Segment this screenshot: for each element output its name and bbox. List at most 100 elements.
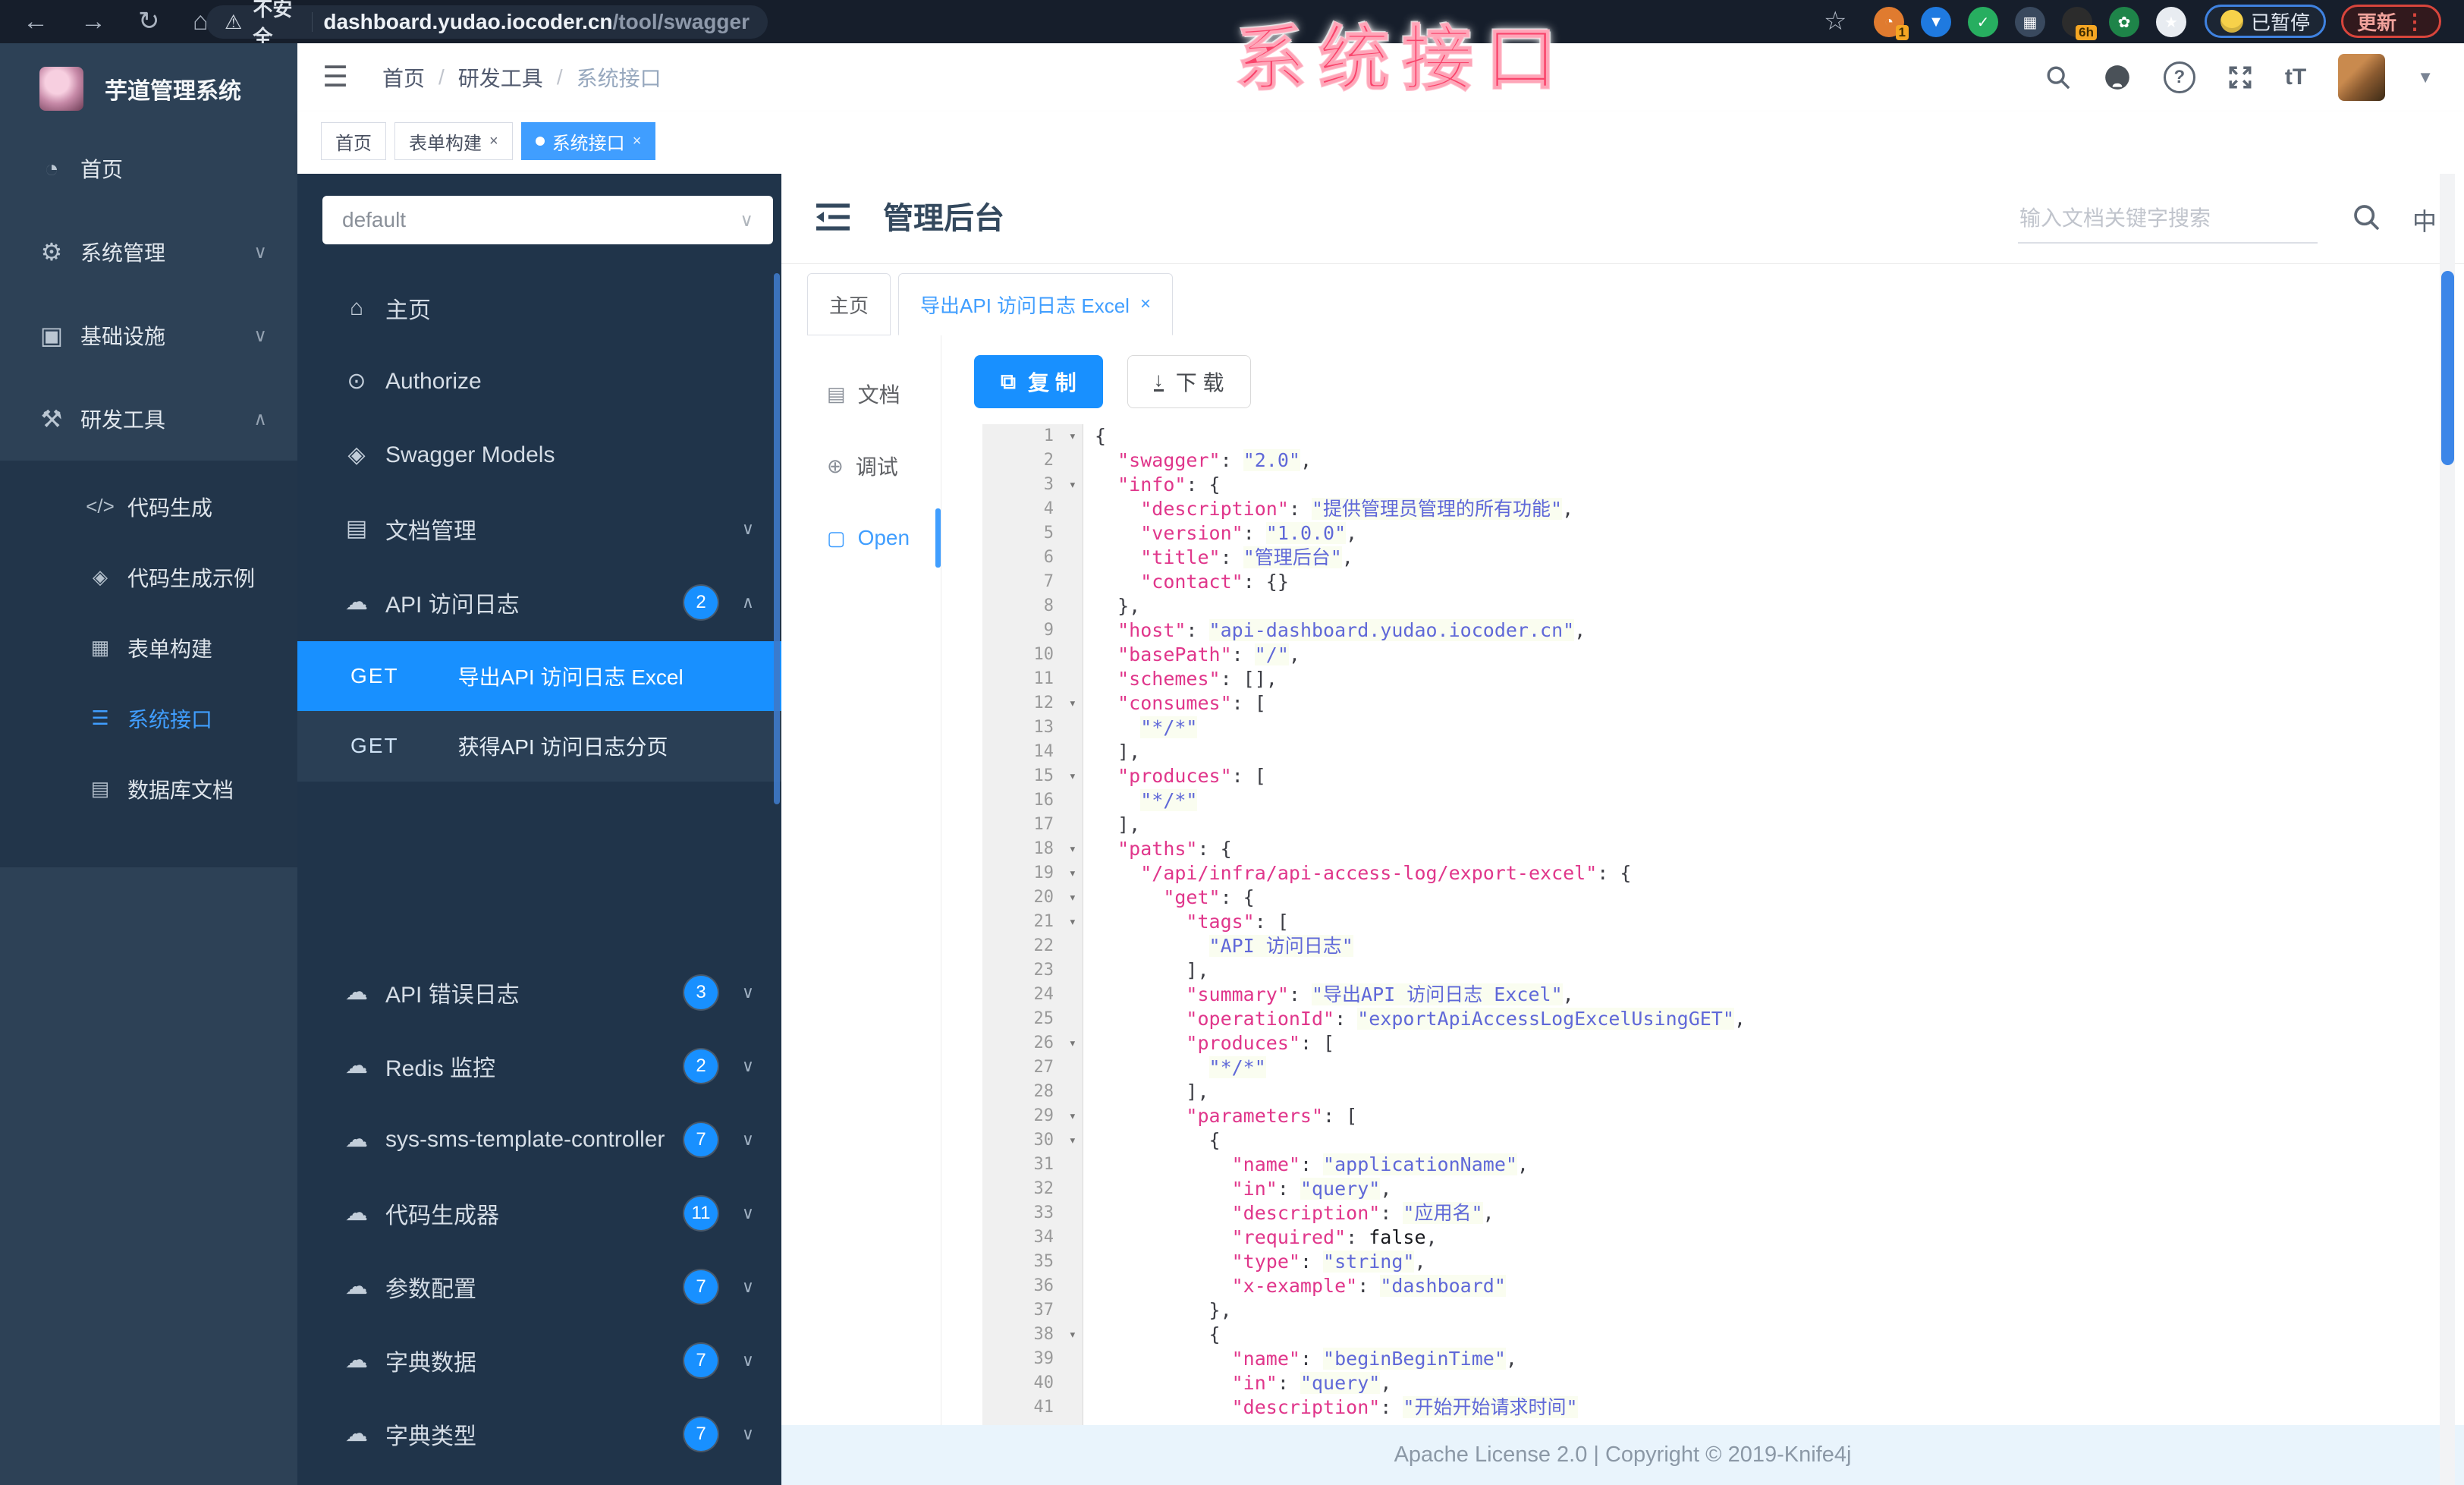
chevron-down-icon: ∨ bbox=[741, 518, 754, 538]
editor-code[interactable]: { "swagger": "2.0", "info": { "descripti… bbox=[1084, 424, 2434, 1425]
hamburger-icon[interactable]: ☰ bbox=[322, 43, 348, 112]
fold-icon[interactable]: ▾ bbox=[1069, 1031, 1076, 1056]
breadcrumb-item[interactable]: 研发工具 bbox=[458, 62, 543, 93]
extension-6h[interactable]: 6h bbox=[2062, 7, 2097, 40]
download-button[interactable]: ↓ 下 载 bbox=[1127, 355, 1251, 408]
address-bar[interactable]: ⚠ 不安全 dashboard.yudao.iocoder.cn/tool/sw… bbox=[206, 0, 768, 49]
fold-icon[interactable]: ▾ bbox=[1069, 837, 1076, 861]
sidebar-subitem-4[interactable]: ☰ 系统接口 bbox=[0, 683, 297, 754]
swagger-item-1[interactable]: ⌂ 主页 bbox=[297, 271, 781, 345]
swagger-item-5[interactable]: ☁ API 访问日志 2 ∧ bbox=[297, 565, 781, 639]
tag-首页[interactable]: 首页 bbox=[321, 122, 386, 160]
browser-update-button[interactable]: 更新 ⋮ bbox=[2341, 5, 2442, 38]
chevron-down-icon: ∨ bbox=[741, 982, 754, 1002]
paused-extension-button[interactable]: 已暂停 bbox=[2205, 5, 2327, 38]
fold-icon[interactable]: ▾ bbox=[1069, 910, 1076, 934]
doc-search[interactable] bbox=[2018, 197, 2321, 244]
knife4j-footer: Apache License 2.0 | Copyright © 2019-Kn… bbox=[781, 1425, 2464, 1485]
breadcrumb-separator: / bbox=[556, 65, 563, 89]
user-avatar[interactable] bbox=[2338, 54, 2386, 101]
browser-reload-icon[interactable]: ↻ bbox=[138, 0, 160, 43]
code-token: "导出API 访问日志 Excel" bbox=[1312, 983, 1563, 1005]
fold-icon[interactable]: ▾ bbox=[1069, 1104, 1076, 1128]
browser-menu-icon[interactable]: ⋮ bbox=[2404, 9, 2425, 34]
fold-icon[interactable]: ▾ bbox=[1069, 886, 1076, 910]
code-token: : bbox=[1220, 546, 1243, 568]
swagger-item-3[interactable]: ◈ Swagger Models bbox=[297, 418, 781, 492]
sidebar-subitem-label: 表单构建 bbox=[127, 637, 213, 661]
copy-button[interactable]: ⧉ 复 制 bbox=[974, 355, 1103, 408]
code-token: : bbox=[1357, 1275, 1381, 1297]
fold-icon[interactable]: ▾ bbox=[1069, 1128, 1076, 1153]
extension-orange[interactable]: ◔ 1 bbox=[1874, 7, 1909, 40]
extension-star-white[interactable]: ★ bbox=[2156, 7, 2186, 37]
fold-icon[interactable]: ▾ bbox=[1069, 861, 1076, 886]
window-scrollbar-thumb[interactable] bbox=[2441, 271, 2454, 465]
fold-icon[interactable]: ▾ bbox=[1069, 424, 1076, 448]
doc-tab-导出API 访问日志 Excel[interactable]: 导出API 访问日志 Excel × bbox=[898, 273, 1173, 335]
language-toggle-icon[interactable]: 中 bbox=[2412, 203, 2437, 238]
swagger-group-8[interactable]: ☁定时任务10∨ bbox=[297, 1471, 781, 1485]
fullscreen-icon[interactable] bbox=[2227, 64, 2253, 90]
swagger-group-4[interactable]: ☁ 代码生成器 11 ∨ bbox=[297, 1176, 781, 1250]
swagger-group-1[interactable]: ☁ API 错误日志 3 ∨ bbox=[297, 955, 781, 1029]
app-logo-row[interactable]: 芋道管理系统 bbox=[0, 58, 297, 119]
github-icon[interactable] bbox=[2103, 63, 2132, 92]
browser-forward-icon[interactable]: → bbox=[80, 0, 106, 43]
swagger-item-4[interactable]: ▤ 文档管理 ∨ bbox=[297, 492, 781, 565]
side-tab-Open[interactable]: ▢ Open bbox=[781, 505, 941, 571]
doc-tab-主页[interactable]: 主页 bbox=[807, 273, 891, 335]
close-icon[interactable]: × bbox=[489, 133, 498, 150]
swagger-group-3[interactable]: ☁ sys-sms-template-controller 7 ∨ bbox=[297, 1103, 781, 1176]
sidebar-item-1[interactable]: ◔ 首页 bbox=[0, 127, 297, 210]
sidebar-item-3[interactable]: ▣ 基础设施 ∨ bbox=[0, 294, 297, 377]
swagger-item-2[interactable]: ⊙ Authorize bbox=[297, 345, 781, 418]
sidebar-subitem-3[interactable]: ▦ 表单构建 bbox=[0, 612, 297, 683]
api-group-select[interactable]: default ∨ bbox=[322, 196, 773, 244]
tools-icon: ⚒ bbox=[40, 405, 63, 433]
extension-leaf[interactable]: ✿ bbox=[2109, 7, 2139, 37]
sidebar-item-2[interactable]: ⚙ 系统管理 ∨ bbox=[0, 210, 297, 294]
close-icon[interactable]: × bbox=[1140, 294, 1151, 315]
doc-search-icon[interactable] bbox=[2352, 203, 2382, 237]
side-tab-调试[interactable]: ⊕ 调试 bbox=[781, 433, 941, 499]
swagger-group-6[interactable]: ☁ 字典数据 7 ∨ bbox=[297, 1323, 781, 1397]
operation-item-2[interactable]: GET 获得API 访问日志分页 bbox=[297, 711, 781, 781]
fold-icon[interactable]: ▾ bbox=[1069, 1323, 1076, 1347]
chevron-down-icon: ∨ bbox=[741, 1424, 754, 1443]
tag-系统接口[interactable]: 系统接口 × bbox=[520, 122, 656, 160]
fold-icon[interactable]: ▾ bbox=[1069, 764, 1076, 788]
fold-icon[interactable]: ▾ bbox=[1069, 691, 1076, 716]
code-token: , bbox=[1516, 1153, 1529, 1175]
code-token: "get" bbox=[1163, 886, 1221, 908]
swagger-group-label: API 错误日志 bbox=[385, 982, 520, 1008]
side-tab-文档[interactable]: ▤ 文档 bbox=[781, 361, 941, 426]
close-icon[interactable]: × bbox=[633, 133, 642, 150]
swagger-group-5[interactable]: ☁ 参数配置 7 ∨ bbox=[297, 1250, 781, 1323]
app-logo-avatar bbox=[39, 67, 83, 111]
search-icon[interactable] bbox=[2045, 64, 2071, 90]
extension-grid[interactable]: ▦ bbox=[2015, 7, 2045, 37]
sidebar-subitem-5[interactable]: ▤ 数据库文档 bbox=[0, 754, 297, 824]
operation-item-1[interactable]: GET 导出API 访问日志 Excel bbox=[297, 641, 781, 711]
font-size-icon[interactable]: tT bbox=[2285, 64, 2306, 90]
sidebar-item-4[interactable]: ⚒ 研发工具 ∧ bbox=[0, 377, 297, 461]
user-caret-icon[interactable]: ▼ bbox=[2417, 68, 2434, 87]
fold-icon[interactable]: ▾ bbox=[1069, 473, 1076, 497]
tag-表单构建[interactable]: 表单构建 × bbox=[394, 122, 513, 160]
browser-back-icon[interactable]: ← bbox=[23, 0, 49, 43]
breadcrumb-item[interactable]: 首页 bbox=[382, 62, 425, 93]
swagger-group-2[interactable]: ☁ Redis 监控 2 ∨ bbox=[297, 1029, 781, 1103]
extension-pin-blue[interactable]: ▼ bbox=[1921, 7, 1951, 37]
gutter-line: 9 bbox=[1043, 621, 1054, 640]
sidebar-scrollbar-thumb[interactable] bbox=[774, 273, 780, 804]
sidebar-subitem-1[interactable]: </> 代码生成 bbox=[0, 471, 297, 542]
swagger-group-7[interactable]: ☁ 字典类型 7 ∨ bbox=[297, 1397, 781, 1471]
sidebar-subitem-2[interactable]: ◈ 代码生成示例 bbox=[0, 542, 297, 612]
bookmark-star-icon[interactable]: ☆ bbox=[1824, 0, 1846, 43]
extension-check-green[interactable]: ✓ bbox=[1968, 7, 1998, 37]
swagger-operations: GET 导出API 访问日志 Excel GET 获得API 访问日志分页 bbox=[297, 641, 781, 782]
collapse-sidebar-icon[interactable] bbox=[813, 200, 853, 238]
help-icon[interactable]: ? bbox=[2163, 61, 2195, 93]
doc-search-input[interactable] bbox=[2018, 197, 2321, 241]
